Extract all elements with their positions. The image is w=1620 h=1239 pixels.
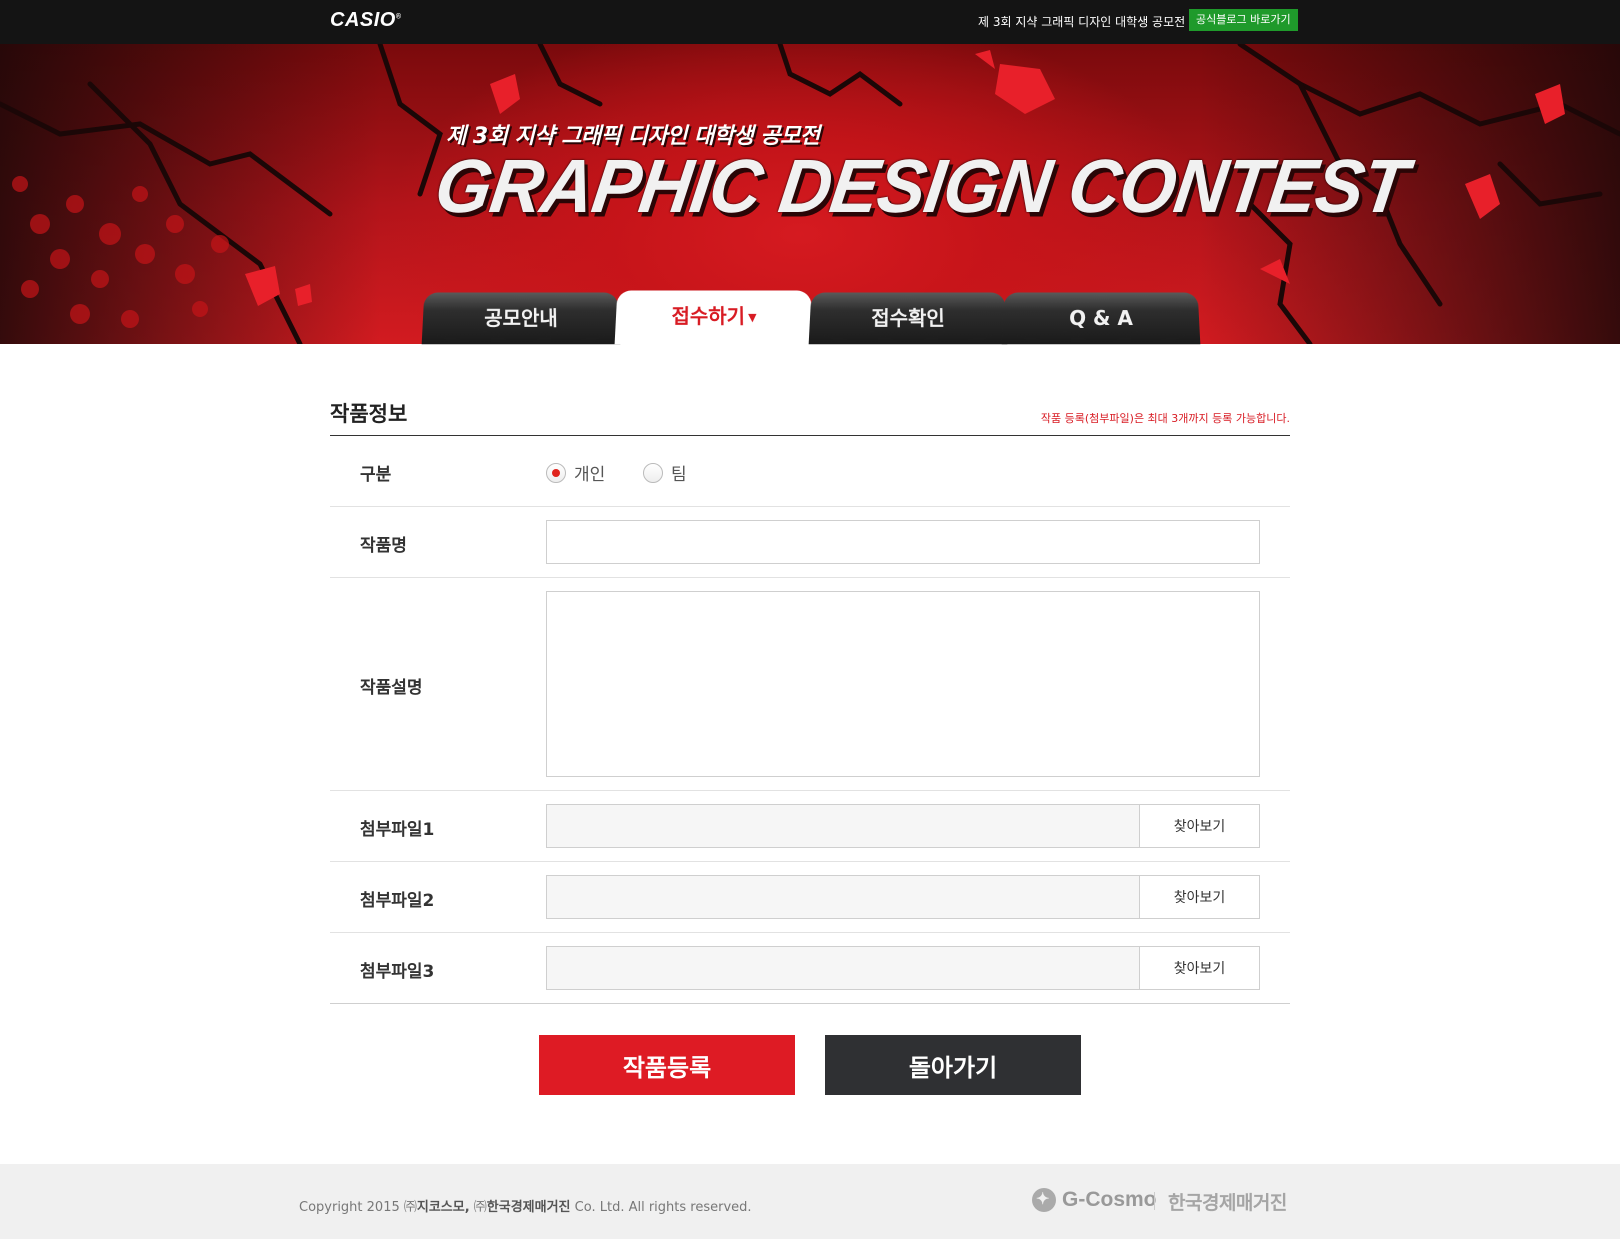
submit-work-button[interactable]: 작품등록: [539, 1035, 795, 1095]
radio-label: 개인: [574, 465, 606, 485]
upload-limit-note: 작품 등록(첨부파일)은 최대 3개까지 등록 가능합니다.: [1040, 412, 1290, 425]
tab-guide[interactable]: 공모안내: [421, 292, 621, 345]
radio-checked-icon: [546, 462, 566, 483]
official-blog-button[interactable]: 공식블로그 바로가기: [1189, 9, 1298, 31]
file-3-browse-button[interactable]: 찾아보기: [1139, 946, 1260, 990]
footer: Copyright 2015 ㈜지코스모, ㈜한국경제매거진 Co. Ltd. …: [0, 1164, 1620, 1239]
top-title: 제 3회 지샥 그래픽 디자인 대학생 공모전: [978, 15, 1186, 29]
casio-logo[interactable]: CASIO®: [330, 9, 402, 32]
caret-down-icon: ▼: [747, 310, 757, 324]
work-description-textarea[interactable]: [546, 591, 1260, 777]
radio-label: 팀: [671, 465, 687, 485]
copyright-prefix: Copyright 2015 ㈜: [299, 1200, 417, 1215]
file-3-path-field[interactable]: [546, 946, 1140, 990]
radio-individual[interactable]: 개인: [546, 460, 605, 485]
file-2-path-field[interactable]: [546, 875, 1140, 919]
row-work-description: 작품설명: [330, 578, 1290, 791]
company-name-2: 한국경제매거진: [486, 1200, 571, 1215]
gcosmo-logo[interactable]: G-Cosmo: [1032, 1188, 1157, 1212]
tab-apply[interactable]: 접수하기 ▼: [614, 290, 814, 345]
row-category: 구분 개인 팀: [330, 436, 1290, 507]
work-title-input[interactable]: [546, 520, 1260, 564]
gcosmo-mark-icon: [1032, 1188, 1056, 1212]
banner-title: GRAPHIC DESIGN CONTEST: [430, 145, 1412, 229]
radio-team[interactable]: 팀: [643, 460, 687, 485]
radio-unchecked-icon: [643, 462, 663, 483]
work-title-label: 작품명: [360, 536, 407, 556]
row-file-3: 첨부파일3 찾아보기: [330, 933, 1290, 1004]
go-back-button[interactable]: 돌아가기: [825, 1035, 1081, 1095]
row-work-title: 작품명: [330, 507, 1290, 578]
file-2-browse-button[interactable]: 찾아보기: [1139, 875, 1260, 919]
tab-label: 공모안내: [483, 306, 559, 331]
category-label: 구분: [360, 465, 392, 485]
tab-confirm[interactable]: 접수확인: [808, 292, 1008, 345]
file-1-label: 첨부파일1: [360, 820, 435, 840]
tab-label: 접수하기: [671, 304, 746, 329]
gcosmo-logo-text: G-Cosmo: [1062, 1188, 1157, 1211]
footer-divider: [1154, 1192, 1155, 1210]
tab-label: 접수확인: [870, 306, 946, 331]
tab-label: Q & A: [1068, 306, 1134, 331]
logo-text: CASIO: [330, 9, 396, 31]
tab-qna[interactable]: Q & A: [1001, 292, 1201, 345]
file-1-path-field[interactable]: [546, 804, 1140, 848]
file-2-label: 첨부파일2: [360, 891, 435, 911]
copyright-suffix: Co. Ltd. All rights reserved.: [570, 1200, 752, 1215]
company-name-1: 지코스모,: [416, 1200, 470, 1215]
section-title: 작품정보: [330, 402, 408, 426]
copyright-mid: ㈜: [469, 1200, 487, 1215]
top-bar: CASIO® 제 3회 지샥 그래픽 디자인 대학생 공모전 공식블로그 바로가…: [0, 0, 1620, 44]
file-3-label: 첨부파일3: [360, 962, 435, 982]
section-header: 작품정보 작품 등록(첨부파일)은 최대 3개까지 등록 가능합니다.: [330, 398, 1290, 436]
file-1-browse-button[interactable]: 찾아보기: [1139, 804, 1260, 848]
row-file-2: 첨부파일2 찾아보기: [330, 862, 1290, 933]
work-description-label: 작품설명: [360, 678, 423, 698]
copyright-text: Copyright 2015 ㈜지코스모, ㈜한국경제매거진 Co. Ltd. …: [299, 1196, 752, 1215]
hankyung-magazine-logo[interactable]: 한국경제매거진: [1168, 1188, 1287, 1215]
row-file-1: 첨부파일1 찾아보기: [330, 791, 1290, 862]
